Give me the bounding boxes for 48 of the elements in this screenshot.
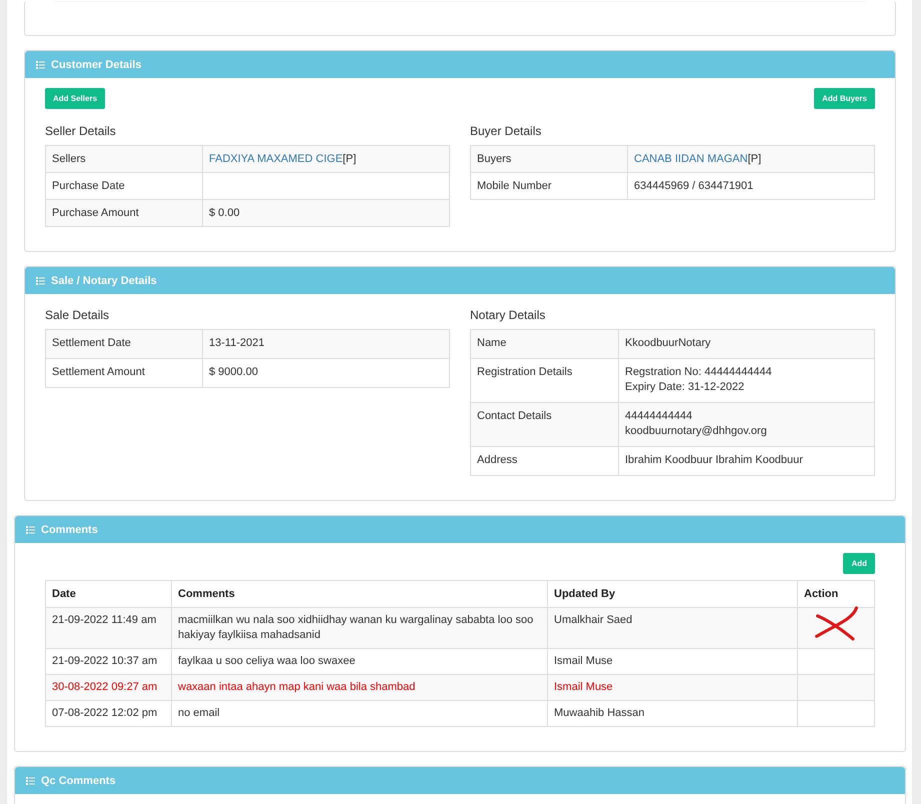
table-cell: Buyers [470,146,628,172]
section-heading: Buyer Details [470,124,542,138]
table-cell: $ 0.00 [202,200,450,226]
add-button[interactable]: Add [843,553,875,574]
table-cell: Contact Details [470,402,618,446]
column-header: Comments [172,580,548,608]
add-buyers-button[interactable]: Add Buyers [814,88,875,109]
table-cell: Sellers [46,146,202,172]
table-cell: 07-08-2022 12:02 pm [46,700,172,726]
table-cell: Muwaahib Hassan [548,700,798,726]
table-cell: Address [470,446,618,476]
table-cell: CANAB IIDAN MAGAN[P] [628,146,874,172]
table-cell: Settlement Date [46,330,202,358]
list-icon [36,60,45,68]
table-cell: macmiilkan wu nala soo xidhiidhay wanan ku wargalinay sababta loo soo hakiyay faylkiisa mahadsanid [172,608,548,648]
table-cell: Settlement Amount [46,358,202,388]
list-icon [26,526,35,534]
cross-mark-icon [814,604,860,642]
table-cell: Ismail Muse [548,674,798,700]
table-cell: Mobile Number [470,172,628,200]
table-cell: FADXIYA MAXAMED CIGE[P] [202,146,450,172]
table-cell: Purchase Amount [46,200,202,226]
table-cell: 13-11-2021 [202,330,450,358]
table-cell: KkoodbuurNotary [618,330,874,358]
table-cell: waxaan intaa ahayn map kani waa bila shambad [172,674,548,700]
table-cell: Umalkhair Saed [548,608,798,648]
add-sellers-button[interactable]: Add Sellers [45,88,106,109]
table-cell: 634445969 / 634471901 [628,172,874,200]
section-heading: Notary Details [470,308,546,322]
column-header: Updated By [548,580,798,608]
table-cell: no email [172,700,548,726]
table-cell: $ 9000.00 [202,358,450,388]
list-icon [36,276,45,284]
panel-title: Customer Details [51,58,142,70]
column-header: Date [46,580,172,608]
name-link[interactable]: CANAB IIDAN MAGAN [634,153,748,165]
panel-title: Comments [41,524,98,536]
panel-title: Sale / Notary Details [51,274,157,286]
section-heading: Sale Details [45,308,110,322]
panel-title: Qc Comments [41,774,116,786]
section-heading: Seller Details [45,124,117,138]
table-cell: 30-08-2022 09:27 am [46,674,172,700]
table-cell: Name [470,330,618,358]
table-cell: 21-09-2022 11:49 am [46,608,172,648]
name-link[interactable]: FADXIYA MAXAMED CIGE [209,153,343,165]
table-cell: Ibrahim Koodbuur Ibrahim Koodbuur [618,446,874,476]
table-cell: 44444444444 koodbuurnotary@dhhgov.org [618,402,874,446]
list-icon [26,776,35,784]
